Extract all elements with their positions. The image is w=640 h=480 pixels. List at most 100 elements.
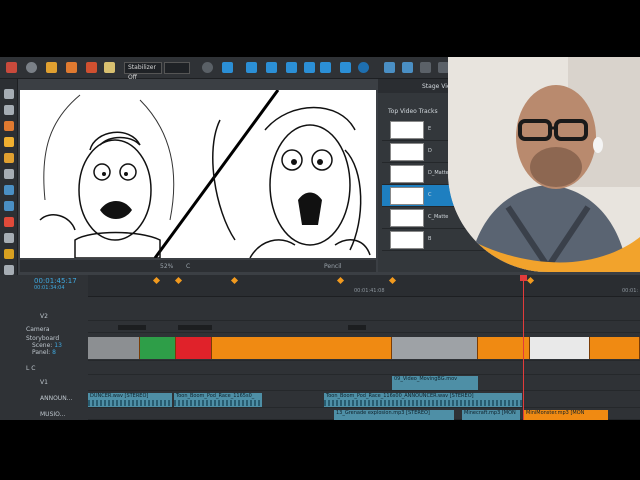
play-icon[interactable] [286,62,297,73]
crop-icon[interactable] [384,62,395,73]
timeline-ruler[interactable]: 00:01:41:08 00:01: [88,275,640,297]
timecode-main[interactable]: 00:01:45:17 [18,277,88,285]
audio-clip[interactable]: MiniMonster.mp3 [MON [524,410,608,420]
track-lane-storyboard[interactable] [88,335,640,361]
eraser-icon[interactable] [104,62,115,73]
track-header-announcer[interactable]: ANNOUN... [18,395,88,402]
track-header-lc[interactable]: L C [18,365,88,372]
track-name: V2 [40,313,48,320]
loop-icon[interactable] [340,62,351,73]
transform-icon[interactable] [402,62,413,73]
track-header-v2[interactable]: V2 [18,313,88,320]
clip-label: DUNCER.wav [STEREO] [90,393,149,399]
audio-clip[interactable]: Minecraft.mp3 [MON [462,410,520,420]
marker-icon[interactable] [336,276,345,285]
text-tool-icon[interactable] [4,169,14,179]
track-lane-announcer[interactable]: DUNCER.wav [STEREO] Toon_Boom_Pod_Race_1… [88,392,640,408]
panel-block[interactable] [392,337,478,359]
fill-tool-icon[interactable] [4,233,14,243]
light-table-icon[interactable] [222,62,233,73]
marker-icon[interactable] [526,276,535,285]
clip-label: Toon_Boom_Pod_Race_116s00_ANNOUNCER.wav … [326,393,474,399]
track-header-v1[interactable]: V1 [18,379,88,386]
camera-key[interactable] [178,325,212,330]
brush-icon[interactable] [46,62,57,73]
marker-icon[interactable] [86,62,97,73]
audio-clip[interactable]: 13_Grenade explosion.mp3 [STEREO] [334,410,454,420]
marker-icon[interactable] [152,276,161,285]
timecode-sub: 00:01:34:04 [34,285,65,291]
playhead[interactable] [523,275,524,420]
camera-key[interactable] [118,325,146,330]
playhead-handle[interactable] [520,275,527,281]
current-tool-label: Pencil [324,263,342,270]
waveform [88,400,172,406]
pencil-tool-icon[interactable] [4,137,14,147]
audio-clip[interactable]: DUNCER.wav [STEREO] [88,393,172,407]
track-name: Camera [26,326,50,333]
track-header-storyboard[interactable]: Storyboard Scene: 13 Panel: 8 [18,335,88,356]
clip-label: MiniMonster.mp3 [MON [526,410,585,416]
track-thumbnail [390,165,424,183]
track-header-music[interactable]: MUSIO... [18,411,88,418]
track-name: ANNOUN... [40,395,73,402]
track-lane-v1[interactable]: 09_Video_MovingBG.mov [88,375,640,391]
track-label: D [428,148,432,154]
track-thumbnail [390,231,424,249]
marker-icon[interactable] [174,276,183,285]
marker-icon[interactable] [388,276,397,285]
track-label: C_Matte [428,214,449,220]
track-lane-music[interactable]: 13_Grenade explosion.mp3 [STEREO] Minecr… [88,409,640,420]
close-icon[interactable] [420,62,431,73]
track-header-camera[interactable]: Camera [18,326,88,333]
shape-tool-icon[interactable] [4,185,14,195]
track-lane-lc[interactable] [88,363,640,375]
eyedropper-tool-icon[interactable] [4,249,14,259]
panel-block[interactable] [590,337,640,359]
waveform [174,400,262,406]
marker-icon[interactable] [230,276,239,285]
track-thumbnail [390,143,424,161]
track-name: V1 [40,379,48,386]
audio-clip[interactable]: Toon_Boom_Pod_Race_116s00_ANNOUNCER.wav … [324,393,522,407]
cut-tool-icon[interactable] [4,105,14,115]
panel-block[interactable] [530,337,590,359]
timecode-box: 00:01:45:17 00:01:34:04 [18,277,88,291]
track-lane-v2[interactable] [88,309,640,321]
storyboard-sketch [39,90,371,258]
next-frame-icon[interactable] [304,62,315,73]
onion-skin-icon[interactable] [202,62,213,73]
sound-icon[interactable] [320,62,331,73]
clip-label: 13_Grenade explosion.mp3 [STEREO] [336,410,430,416]
video-clip[interactable]: 09_Video_MovingBG.mov [392,376,478,390]
first-frame-icon[interactable] [246,62,257,73]
stabilizer-value[interactable] [164,62,190,74]
prev-frame-icon[interactable] [266,62,277,73]
brush-tool-icon[interactable] [4,121,14,131]
audio-clip[interactable]: Toon_Boom_Pod_Race_1165s0_ [174,393,262,407]
camera-key[interactable] [348,325,366,330]
drawing-canvas[interactable] [20,90,376,258]
panel-block[interactable] [88,337,140,359]
scene-value: 13 [54,342,62,349]
zoom-tool-icon[interactable] [4,265,14,275]
select-tool-icon[interactable] [4,89,14,99]
panel-block[interactable] [176,337,212,359]
record-icon[interactable] [358,62,369,73]
track-label: D_Matte [428,170,449,176]
panel-block[interactable] [212,337,392,359]
track-lane-camera[interactable] [88,323,640,333]
paint-tool-icon[interactable] [4,217,14,227]
settings-icon[interactable] [26,62,37,73]
eraser-tool-icon[interactable] [4,153,14,163]
ruler-time-right: 00:01: [622,288,639,294]
panel-block[interactable] [140,337,176,359]
line-tool-icon[interactable] [4,201,14,211]
pencil-icon[interactable] [66,62,77,73]
zoom-level[interactable]: 52% [160,263,173,270]
undo-icon[interactable] [6,62,17,73]
stabilizer-select[interactable]: Stabilizer Off [124,62,162,81]
clip-label: Minecraft.mp3 [MON [464,410,516,416]
track-name: L C [26,365,36,372]
track-label: E [428,126,432,132]
